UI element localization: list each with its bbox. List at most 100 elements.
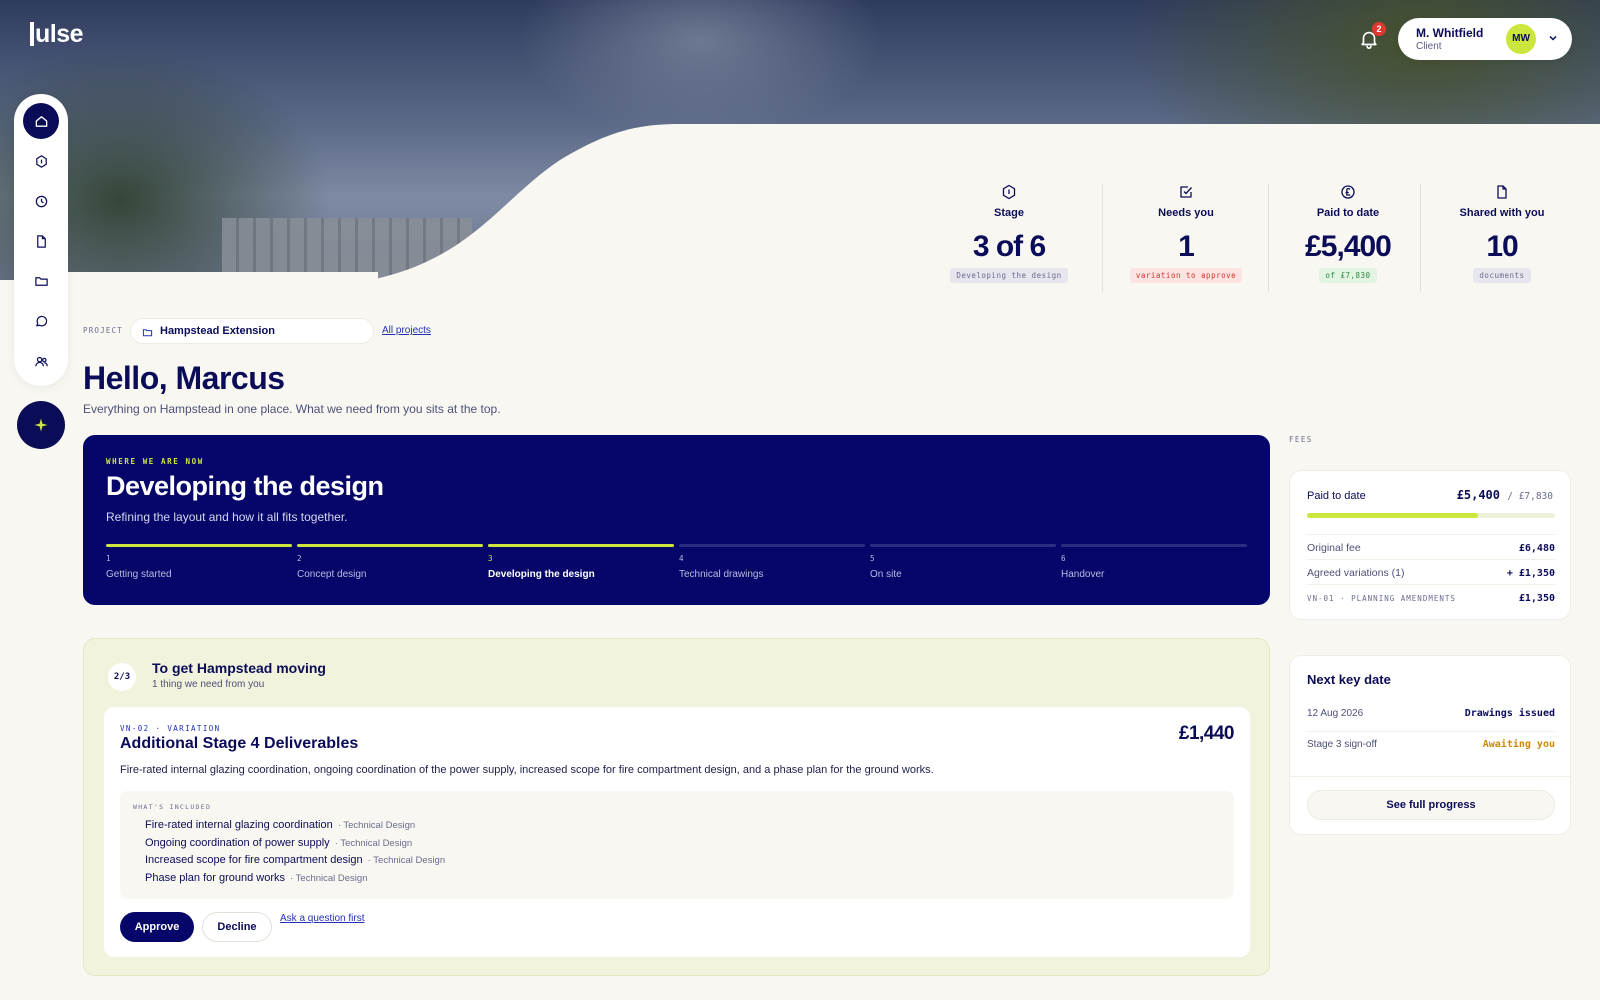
- sidebar-item-files[interactable]: [23, 263, 59, 299]
- stage-step[interactable]: 2 Concept design: [297, 544, 483, 580]
- stat-value: 1: [1178, 230, 1195, 263]
- list-item: Increased scope for fire compartment des…: [145, 854, 446, 866]
- user-name: M. Whitfield: [1416, 26, 1484, 40]
- divider: [1102, 184, 1103, 292]
- next-key-date-card: Next key date 12 Aug 2026 Drawings issued…: [1289, 655, 1571, 835]
- fees-section-label: FEES: [1289, 435, 1313, 444]
- variation-price: £1,440: [1178, 723, 1235, 744]
- sparkle-icon: [34, 418, 48, 432]
- list-item: Ongoing coordination of power supply · Te…: [145, 836, 413, 849]
- stat-shared-with-you[interactable]: Shared with you 10 documents: [1430, 182, 1574, 294]
- checkbox-icon: [1180, 186, 1192, 198]
- included-list: Fire-rated internal glazing coordination…: [145, 819, 445, 889]
- project-name: Hampstead Extension: [160, 325, 275, 337]
- sidebar-nav: [14, 94, 68, 386]
- document-icon: [1497, 185, 1507, 199]
- stat-label: Stage: [994, 207, 1024, 219]
- action-count-badge: 2/3: [108, 663, 136, 691]
- fees-row: Agreed variations (1) + £1,350: [1307, 559, 1555, 584]
- assistant-button[interactable]: [17, 401, 65, 449]
- notification-count-badge: 2: [1372, 22, 1386, 36]
- stat-chip: Developing the design: [950, 268, 1068, 283]
- hexagon-info-icon: [35, 154, 47, 168]
- see-full-progress-button[interactable]: See full progress: [1307, 790, 1555, 820]
- key-date-row: Stage 3 sign-off Awaiting you: [1307, 739, 1555, 750]
- stage-subtitle: Refining the layout and how it all fits …: [106, 510, 348, 524]
- fees-progress-fill: [1307, 513, 1479, 518]
- decline-button[interactable]: Decline: [202, 912, 272, 942]
- ask-question-link[interactable]: Ask a question first: [280, 913, 364, 924]
- stat-value: 3 of 6: [972, 230, 1046, 263]
- variation-id: VN-02 · VARIATION: [120, 724, 221, 733]
- stage-step[interactable]: 1 Getting started: [106, 544, 292, 580]
- pound-circle-icon: [1341, 185, 1355, 199]
- included-label: WHAT'S INCLUDED: [133, 803, 212, 811]
- divider: [1420, 184, 1421, 292]
- fees-card: Paid to date £5,400 / £7,830 Original fe…: [1289, 470, 1571, 620]
- list-item: Phase plan for ground works · Technical D…: [145, 871, 368, 884]
- fees-progress-bar: [1307, 513, 1555, 518]
- stage-step[interactable]: 5 On site: [870, 544, 1056, 580]
- notifications-button[interactable]: 2: [1358, 22, 1386, 52]
- sidebar-item-messages[interactable]: [23, 303, 59, 339]
- fees-paid-label: Paid to date: [1307, 490, 1366, 502]
- stage-step[interactable]: 4 Technical drawings: [679, 544, 865, 580]
- folder-icon: [142, 329, 153, 337]
- stat-value: 10: [1486, 230, 1518, 263]
- app-logo[interactable]: ulse: [30, 20, 84, 49]
- stat-label: Paid to date: [1316, 207, 1380, 219]
- hexagon-info-icon: [1002, 184, 1016, 200]
- variation-card: VN-02 · VARIATION Additional Stage 4 Del…: [104, 707, 1250, 957]
- variation-description: Fire-rated internal glazing coordination…: [120, 764, 934, 776]
- stage-title: Developing the design: [106, 471, 384, 501]
- page-title: Hello, Marcus: [83, 360, 285, 396]
- stat-chip: documents: [1473, 268, 1531, 283]
- page-subtitle: Everything on Hampstead in one place. Wh…: [83, 402, 501, 416]
- chevron-down-icon: [1549, 35, 1557, 41]
- avatar: MW: [1506, 24, 1536, 54]
- document-icon: [36, 234, 46, 248]
- chat-icon: [35, 315, 47, 326]
- stat-stage[interactable]: Stage 3 of 6 Developing the design: [940, 182, 1078, 294]
- fees-paid-value: £5,400 / £7,830: [1456, 488, 1553, 502]
- approve-button[interactable]: Approve: [120, 912, 194, 942]
- clock-icon: [35, 195, 47, 207]
- sidebar-item-stages[interactable]: [23, 143, 59, 179]
- user-menu[interactable]: M. Whitfield Client MW: [1398, 18, 1572, 60]
- summary-stats: Stage 3 of 6 Developing the design Needs…: [940, 182, 1580, 294]
- fees-row: Original fee £6,480: [1307, 534, 1555, 559]
- stat-needs-you[interactable]: Needs you 1 variation to approve: [1112, 182, 1260, 294]
- sidebar-item-team[interactable]: [23, 343, 59, 379]
- stat-paid-to-date[interactable]: Paid to date £5,400 of £7,830: [1280, 182, 1416, 294]
- action-panel-subtitle: 1 thing we need from you: [152, 679, 265, 690]
- user-role: Client: [1416, 41, 1442, 52]
- included-box: WHAT'S INCLUDED Fire-rated internal glaz…: [120, 791, 1234, 899]
- all-projects-link[interactable]: All projects: [382, 325, 431, 336]
- current-stage-card: WHERE WE ARE NOW Developing the design R…: [83, 435, 1270, 605]
- people-icon: [34, 356, 48, 366]
- key-date-title: Next key date: [1307, 672, 1391, 687]
- key-date-row: 12 Aug 2026 Drawings issued: [1307, 708, 1555, 719]
- sidebar-item-home[interactable]: [23, 103, 59, 139]
- sidebar-item-timeline[interactable]: [23, 183, 59, 219]
- folder-icon: [34, 276, 48, 286]
- sidebar-item-documents[interactable]: [23, 223, 59, 259]
- divider: [1290, 776, 1570, 777]
- stat-label: Shared with you: [1459, 207, 1545, 219]
- stage-step[interactable]: 6 Handover: [1061, 544, 1247, 580]
- home-icon: [35, 115, 47, 127]
- variation-title: Additional Stage 4 Deliverables: [120, 735, 359, 752]
- fees-row: VN-01 · PLANNING AMENDMENTS £1,350: [1307, 584, 1555, 609]
- project-selector[interactable]: Hampstead Extension: [130, 318, 374, 344]
- stage-eyebrow: WHERE WE ARE NOW: [106, 457, 204, 466]
- project-label: PROJECT: [83, 326, 124, 335]
- divider: [1268, 184, 1269, 292]
- stage-step-current[interactable]: 3 Developing the design: [488, 544, 674, 580]
- stage-progress: 1 Getting started 2 Concept design 3 Develo…: [106, 544, 1247, 588]
- stat-chip: variation to approve: [1129, 268, 1243, 283]
- action-panel-title: To get Hampstead moving: [152, 660, 326, 676]
- action-required-panel: 2/3 To get Hampstead moving 1 thing we n…: [83, 638, 1270, 976]
- stat-value: £5,400: [1305, 230, 1392, 263]
- stat-chip: of £7,830: [1319, 268, 1377, 283]
- stat-label: Needs you: [1158, 207, 1214, 219]
